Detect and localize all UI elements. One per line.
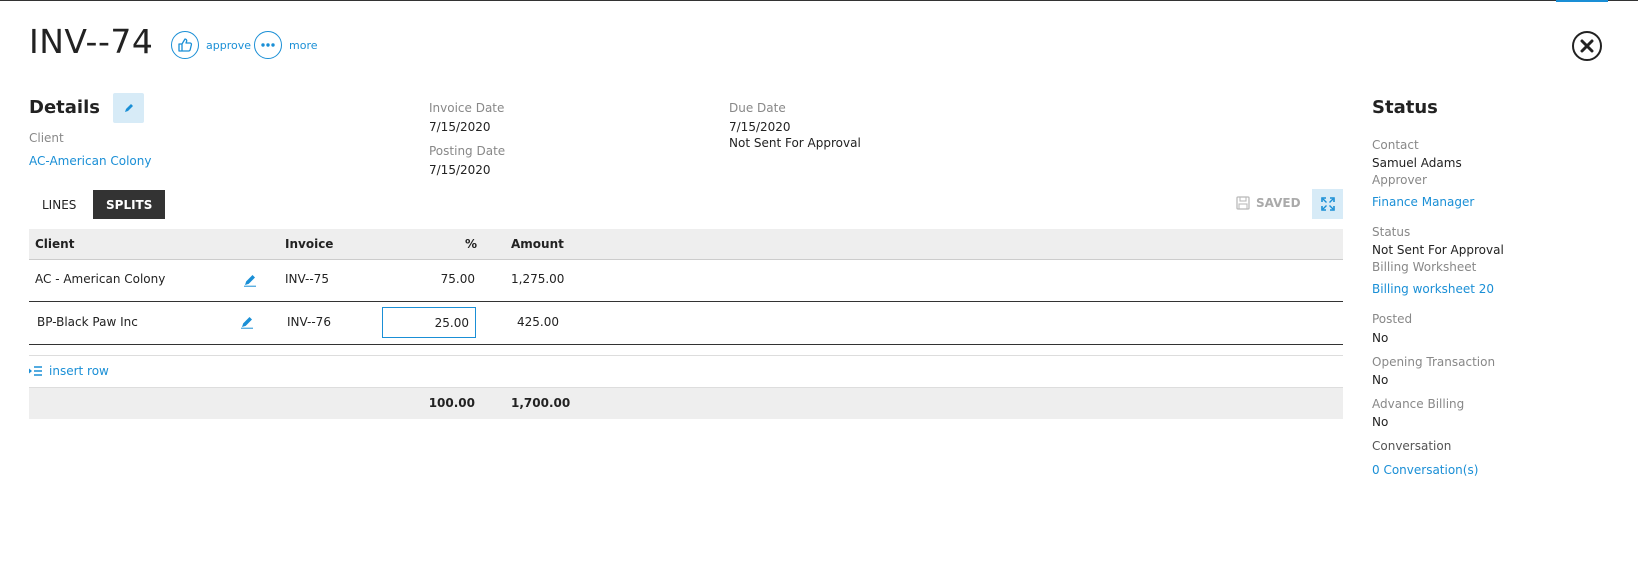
billing-worksheet-link[interactable]: Billing worksheet 20 bbox=[1372, 282, 1494, 296]
row-client: BP-Black Paw Inc bbox=[37, 315, 138, 329]
conversation-label: Conversation bbox=[1372, 439, 1452, 453]
posted-value: No bbox=[1372, 331, 1389, 345]
approver-label: Approver bbox=[1372, 173, 1427, 187]
table-header: Client Invoice % Amount bbox=[29, 229, 1343, 260]
totals-row: 100.00 1,700.00 bbox=[29, 387, 1343, 419]
header-percent: % bbox=[465, 237, 478, 251]
pencil-icon[interactable] bbox=[243, 273, 257, 287]
table-row[interactable]: BP-Black Paw Inc INV--76 425.00 bbox=[29, 302, 1343, 345]
approval-status-value: Not Sent For Approval bbox=[729, 136, 861, 150]
header-client: Client bbox=[35, 237, 75, 251]
header-invoice: Invoice bbox=[285, 237, 334, 251]
save-disk-icon bbox=[1236, 196, 1250, 210]
expand-button[interactable] bbox=[1312, 189, 1343, 219]
expand-icon bbox=[1320, 197, 1335, 211]
row-percent[interactable]: 75.00 bbox=[409, 272, 475, 286]
page-title: INV--74 bbox=[29, 22, 154, 61]
pencil-icon[interactable] bbox=[240, 315, 254, 329]
tab-lines[interactable]: LINES bbox=[29, 190, 89, 219]
invoice-date-value: 7/15/2020 bbox=[429, 120, 491, 134]
table-spacer-row bbox=[29, 344, 1343, 356]
contact-label: Contact bbox=[1372, 138, 1419, 152]
opening-transaction-value: No bbox=[1372, 373, 1389, 387]
status-value: Not Sent For Approval bbox=[1372, 243, 1504, 257]
tab-splits[interactable]: SPLITS bbox=[93, 190, 166, 219]
due-date-label: Due Date bbox=[729, 101, 786, 115]
row-invoice: INV--75 bbox=[285, 272, 329, 286]
conversation-link[interactable]: 0 Conversation(s) bbox=[1372, 463, 1478, 477]
advance-billing-value: No bbox=[1372, 415, 1389, 429]
more-dots-icon bbox=[261, 43, 275, 47]
opening-transaction-label: Opening Transaction bbox=[1372, 355, 1496, 369]
row-client: AC - American Colony bbox=[35, 272, 166, 286]
status-label: Status bbox=[1372, 225, 1411, 239]
details-heading: Details bbox=[29, 97, 100, 118]
insert-row-button[interactable]: insert row bbox=[29, 364, 109, 378]
insert-row-label: insert row bbox=[49, 364, 109, 378]
row-amount: 1,275.00 bbox=[511, 272, 565, 286]
close-button[interactable] bbox=[1572, 31, 1602, 61]
header-amount: Amount bbox=[511, 237, 564, 251]
invoice-date-label: Invoice Date bbox=[429, 101, 505, 115]
more-label[interactable]: more bbox=[289, 39, 318, 52]
billing-worksheet-label: Billing Worksheet bbox=[1372, 260, 1477, 274]
row-invoice: INV--76 bbox=[287, 315, 331, 329]
row-amount: 425.00 bbox=[517, 315, 559, 329]
contact-value: Samuel Adams bbox=[1372, 156, 1462, 170]
percent-input[interactable] bbox=[382, 307, 476, 338]
insert-row-icon bbox=[29, 366, 42, 376]
more-button[interactable] bbox=[254, 31, 282, 59]
client-link[interactable]: AC-American Colony bbox=[29, 154, 151, 168]
thumbs-up-icon bbox=[178, 38, 193, 52]
approver-link[interactable]: Finance Manager bbox=[1372, 195, 1474, 209]
pencil-icon bbox=[124, 104, 133, 112]
approve-label[interactable]: approve bbox=[206, 39, 251, 52]
approve-button[interactable] bbox=[171, 31, 199, 59]
posting-date-label: Posting Date bbox=[429, 144, 506, 158]
saved-indicator: SAVED bbox=[1236, 196, 1301, 210]
posting-date-value: 7/15/2020 bbox=[429, 163, 491, 177]
client-label: Client bbox=[29, 131, 64, 145]
saved-label: SAVED bbox=[1256, 196, 1301, 210]
total-percent: 100.00 bbox=[428, 396, 475, 410]
due-date-value: 7/15/2020 bbox=[729, 120, 791, 134]
total-amount: 1,700.00 bbox=[511, 396, 571, 410]
edit-details-button[interactable] bbox=[113, 93, 144, 123]
posted-label: Posted bbox=[1372, 312, 1413, 326]
close-icon bbox=[1580, 39, 1594, 53]
status-heading: Status bbox=[1372, 97, 1438, 118]
top-accent-bar bbox=[1556, 0, 1608, 2]
table-row[interactable]: AC - American Colony INV--75 75.00 1,275… bbox=[29, 260, 1343, 302]
top-border bbox=[0, 0, 1638, 1]
advance-billing-label: Advance Billing bbox=[1372, 397, 1465, 411]
